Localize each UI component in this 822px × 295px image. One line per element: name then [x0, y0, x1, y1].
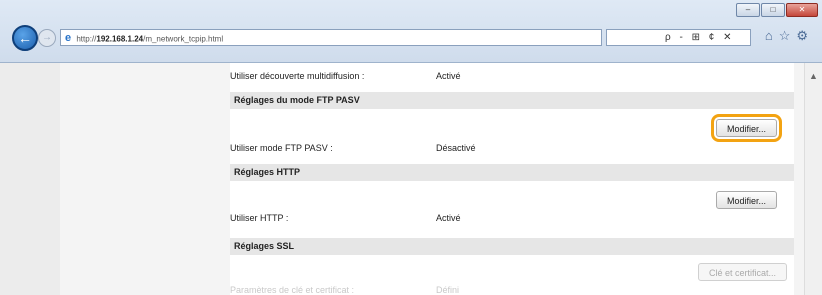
address-path: /m_network_tcpip.html	[143, 34, 224, 44]
maximize-button[interactable]: □	[761, 3, 785, 17]
left-gutter	[0, 63, 60, 295]
ssl-key-certificate-button[interactable]: Clé et certificat...	[698, 263, 788, 281]
browser-toolbar-icons: ⌂☆⚙	[765, 28, 814, 44]
arrow-right-icon: →	[42, 32, 52, 43]
ie-logo-icon: e	[65, 32, 72, 45]
page-area: Utiliser découverte multidiffusion : Act…	[0, 63, 822, 295]
close-button[interactable]: ✕	[786, 3, 818, 17]
ssl-section-header: Réglages SSL	[230, 238, 794, 255]
scroll-up-icon[interactable]: ▲	[805, 71, 822, 81]
multicast-label: Utiliser découverte multidiffusion :	[230, 71, 365, 81]
ftp-section-header: Réglages du mode FTP PASV	[230, 92, 794, 109]
settings-content: Utiliser découverte multidiffusion : Act…	[230, 63, 794, 295]
window-controls: – □ ✕	[736, 3, 818, 17]
forward-button[interactable]: →	[38, 29, 56, 47]
home-icon[interactable]: ⌂	[765, 28, 779, 43]
ftp-label: Utiliser mode FTP PASV :	[230, 143, 333, 153]
http-section-header: Réglages HTTP	[230, 164, 794, 181]
address-bar[interactable]: e http://192.168.1.24/m_network_tcpip.ht…	[60, 29, 602, 46]
minimize-button[interactable]: –	[736, 3, 760, 17]
vertical-scrollbar[interactable]: ▲	[804, 63, 822, 295]
back-button[interactable]: ←	[12, 25, 38, 51]
browser-chrome: – □ ✕ ← → e http://192.168.1.24/m_networ…	[0, 0, 822, 63]
ssl-faded-value: Défini	[436, 285, 460, 295]
http-modify-button[interactable]: Modifier...	[716, 191, 778, 209]
ftp-modify-button[interactable]: Modifier...	[710, 114, 783, 142]
address-tools[interactable]: ρ - ⊞ ¢ ✕	[606, 29, 751, 46]
favorites-star-icon[interactable]: ☆	[779, 28, 797, 43]
http-label: Utiliser HTTP :	[230, 213, 289, 223]
arrow-left-icon: ←	[18, 30, 32, 46]
address-host: 192.168.1.24	[96, 34, 144, 44]
address-prefix: http://	[76, 34, 97, 44]
http-value: Activé	[436, 213, 461, 223]
settings-gear-icon[interactable]: ⚙	[796, 28, 814, 43]
ssl-faded-label: Paramètres de clé et certificat :	[230, 285, 355, 295]
ftp-value: Désactivé	[436, 143, 476, 153]
multicast-value: Activé	[436, 71, 461, 81]
